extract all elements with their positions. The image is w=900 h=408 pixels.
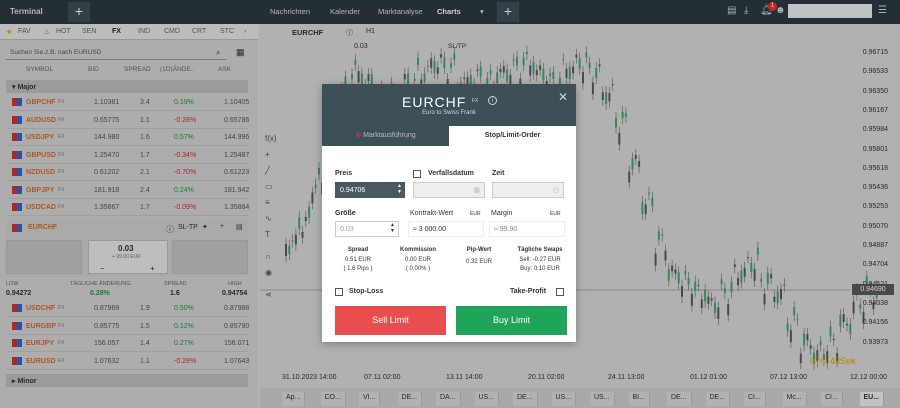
take-profit-checkbox[interactable] [556, 288, 564, 296]
tab-stop-limit[interactable]: Stop/Limit-Order [449, 126, 576, 146]
clock-icon: ◷ [552, 187, 559, 194]
contract-unit: EUR [470, 211, 481, 217]
stepper-icon[interactable]: ▲ ▼ [397, 183, 402, 195]
take-profit-label: Take-Profit [510, 288, 547, 295]
order-dialog: EURCHF FX i Euro to Swiss Frank ✕ ⊗ Mark… [322, 84, 576, 342]
spread-pips: ( 1.6 Pips ) [343, 266, 373, 272]
spread-header: Spread [347, 247, 369, 253]
commission-value: 0.00 EUR [404, 257, 431, 263]
calendar-icon: ▦ [473, 187, 480, 194]
pip-value: 0.32 EUR [465, 259, 492, 265]
time-label: Zeit [492, 170, 505, 177]
pip-value-header: Pip-Wert [466, 247, 492, 253]
dialog-title: EURCHF [402, 94, 467, 110]
sell-limit-button[interactable]: Sell Limit [335, 306, 446, 335]
size-label: Größe [335, 210, 356, 217]
dialog-subtitle: Euro to Swiss Frank [422, 110, 476, 116]
stop-loss-label: Stop-Loss [349, 288, 384, 295]
tab-market-execution[interactable]: ⊗ Marktausführung [322, 126, 449, 146]
alert-icon: ⊗ [355, 132, 364, 139]
dialog-header: EURCHF FX i Euro to Swiss Frank ✕ [322, 84, 576, 126]
contract-value: ≈ 3 000.00 [408, 221, 484, 237]
swap-sell: Sell: -0.27 EUR [519, 257, 561, 263]
contract-label: Kontrakt-Wert [410, 210, 454, 217]
stepper-icon[interactable]: ▲ ▼ [390, 222, 395, 234]
expiry-checkbox[interactable] [413, 170, 421, 178]
close-icon[interactable]: ✕ [558, 90, 568, 104]
swap-buy: Buy: 0.10 EUR [520, 266, 560, 272]
buy-limit-button[interactable]: Buy Limit [456, 306, 567, 335]
swaps-header: Tägliche Swaps [517, 247, 563, 253]
expiry-date-field: ▦ [413, 182, 485, 198]
price-label: Preis [335, 170, 353, 177]
spread-value: 0.51 EUR [344, 257, 371, 263]
tab-label: Marktausführung [363, 132, 416, 139]
time-field: ◷ [492, 182, 564, 198]
expiry-label: Verfallsdatum [428, 170, 474, 177]
stop-loss-checkbox[interactable] [335, 288, 343, 296]
fx-tag: FX [472, 98, 479, 104]
margin-value: ≈ 99.90 [489, 221, 565, 237]
info-icon[interactable]: i [488, 96, 497, 105]
margin-unit: EUR [550, 211, 561, 217]
commission-percent: ( 0.00% ) [405, 266, 431, 272]
margin-label: Margin [491, 210, 513, 217]
commission-header: Kommission [399, 247, 436, 253]
price-input[interactable]: 0.94706 [335, 182, 405, 198]
